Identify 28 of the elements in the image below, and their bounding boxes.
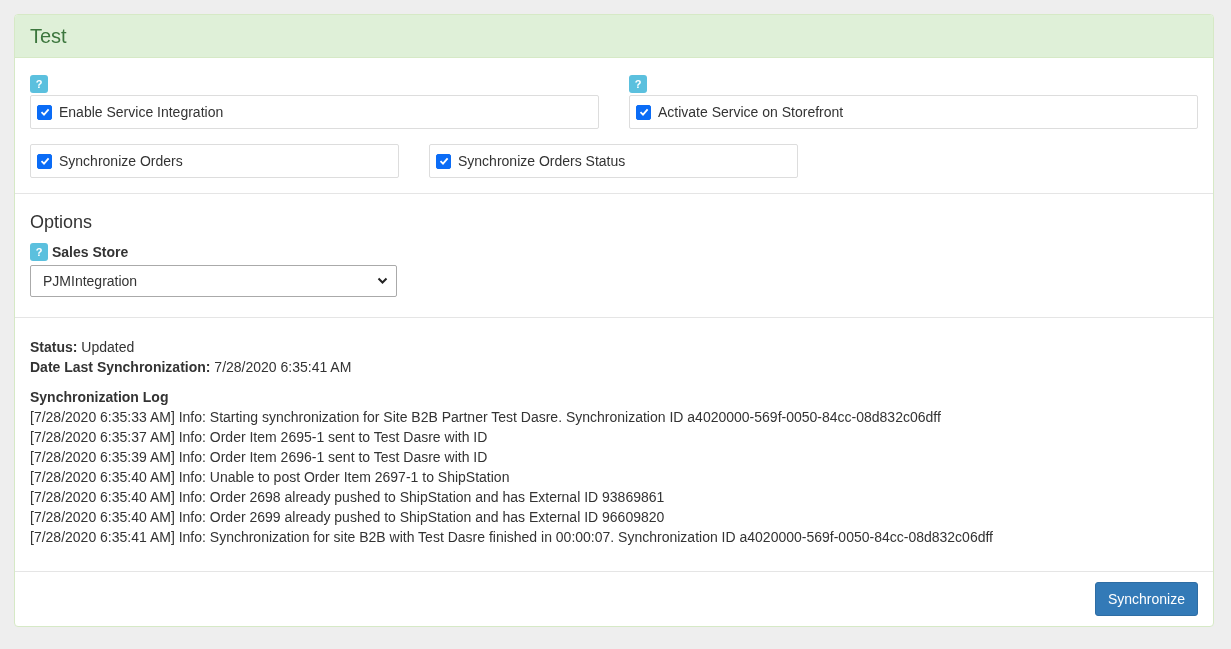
checkbox-field[interactable]: Activate Service on Storefront bbox=[629, 95, 1198, 129]
log-line: [7/28/2020 6:35:40 AM] Info: Unable to post Order Item 2697-1 to ShipStation bbox=[30, 468, 511, 487]
synchronize-button[interactable]: Synchronize bbox=[1094, 582, 1198, 616]
checkbox[interactable] bbox=[37, 104, 52, 120]
panel-title: Test bbox=[30, 24, 67, 48]
checkmark-icon bbox=[638, 107, 649, 117]
checkbox[interactable] bbox=[636, 104, 651, 120]
checkbox[interactable] bbox=[37, 153, 52, 169]
log-line: [7/28/2020 6:35:41 AM] Info: Synchronization for site B2B with Test Dasre finished in 00:00:07. Synchronization ID a4020000-569f-0050-84cc-08d832c06dff bbox=[30, 528, 994, 547]
section-title: Options bbox=[30, 212, 94, 233]
field-label: Sales Store bbox=[52, 244, 129, 260]
log-line: [7/28/2020 6:35:40 AM] Info: Order 2699 already pushed to ShipStation and has External ID 96609820 bbox=[30, 508, 666, 527]
log-line: [7/28/2020 6:35:37 AM] Info: Order Item 2695-1 sent to Test Dasre with ID bbox=[30, 428, 489, 447]
chevron-icon bbox=[377, 277, 388, 285]
checkbox[interactable] bbox=[436, 153, 451, 169]
status-line: Status: Updated bbox=[30, 338, 136, 357]
checkbox-field[interactable]: Enable Service Integration bbox=[30, 95, 599, 129]
status-line: Date Last Synchronization: 7/28/2020 6:35:41 AM bbox=[30, 358, 353, 377]
checkmark-icon bbox=[39, 107, 50, 117]
checkmark-icon bbox=[438, 156, 449, 166]
log-line: [7/28/2020 6:35:39 AM] Info: Order Item 2696-1 sent to Test Dasre with ID bbox=[30, 448, 489, 467]
checkmark-icon bbox=[39, 156, 50, 166]
checkbox-field[interactable]: Synchronize Orders Status bbox=[429, 144, 798, 178]
log-title: Synchronization Log bbox=[30, 388, 170, 407]
log-line: [7/28/2020 6:35:33 AM] Info: Starting synchronization for Site B2B Partner Test Dasre. Synchronization ID a4020000-569f-0050-84cc-08d832c06dff bbox=[30, 408, 942, 427]
log-line: [7/28/2020 6:35:40 AM] Info: Order 2698 already pushed to ShipStation and has External ID 93869861 bbox=[30, 488, 666, 507]
sales-store-select[interactable]: PJMIntegration bbox=[30, 265, 397, 297]
checkbox-field[interactable]: Synchronize Orders bbox=[30, 144, 399, 178]
